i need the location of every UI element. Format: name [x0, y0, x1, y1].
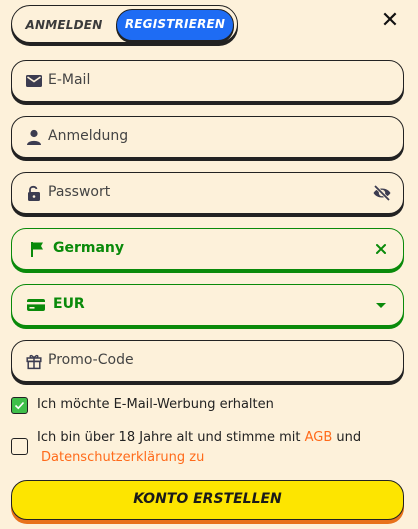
user-icon: [25, 128, 43, 146]
credit-card-icon: [26, 296, 45, 314]
tab-register[interactable]: REGISTRIEREN: [116, 9, 234, 41]
lock-open-icon: [25, 184, 43, 202]
auth-tabs: ANMELDEN REGISTRIEREN: [11, 5, 238, 43]
flag-icon: [29, 240, 47, 258]
gift-icon: [25, 352, 43, 370]
currency-value: EUR: [53, 296, 85, 312]
tab-login[interactable]: ANMELDEN: [16, 9, 112, 41]
envelope-icon: [25, 72, 43, 90]
email-ads-row: Ich möchte E-Mail-Werbung erhalten: [11, 397, 401, 417]
create-account-button[interactable]: KONTO ERSTELLEN: [11, 480, 404, 520]
password-field: [11, 172, 404, 214]
age-terms-conjunction: und: [336, 430, 362, 445]
close-icon[interactable]: [372, 240, 392, 260]
privacy-link[interactable]: Datenschutzerklärung zu: [41, 448, 204, 468]
country-value: Germany: [53, 240, 125, 256]
age-terms-checkbox[interactable]: [11, 438, 28, 455]
password-input[interactable]: [48, 173, 348, 212]
email-field: [11, 60, 404, 102]
promo-field: [11, 340, 404, 382]
caret-down-icon[interactable]: [372, 296, 392, 316]
email-ads-label: Ich möchte E-Mail-Werbung erhalten: [37, 397, 274, 412]
email-input[interactable]: [48, 61, 348, 100]
currency-select[interactable]: EUR: [11, 284, 404, 326]
age-terms-text: Ich bin über 18 Jahre alt und stimme mit: [37, 430, 301, 445]
country-select[interactable]: Germany: [11, 228, 404, 270]
promo-input[interactable]: [48, 341, 348, 380]
eye-off-icon[interactable]: [372, 183, 392, 203]
close-icon[interactable]: ✕: [378, 9, 402, 33]
agb-link[interactable]: AGB: [305, 430, 333, 445]
age-terms-row: Ich bin über 18 Jahre alt und stimme mit…: [11, 430, 401, 478]
email-ads-checkbox[interactable]: [11, 397, 28, 414]
age-terms-line1: Ich bin über 18 Jahre alt und stimme mit…: [37, 428, 361, 448]
username-field: [11, 116, 404, 158]
username-input[interactable]: [48, 117, 348, 156]
